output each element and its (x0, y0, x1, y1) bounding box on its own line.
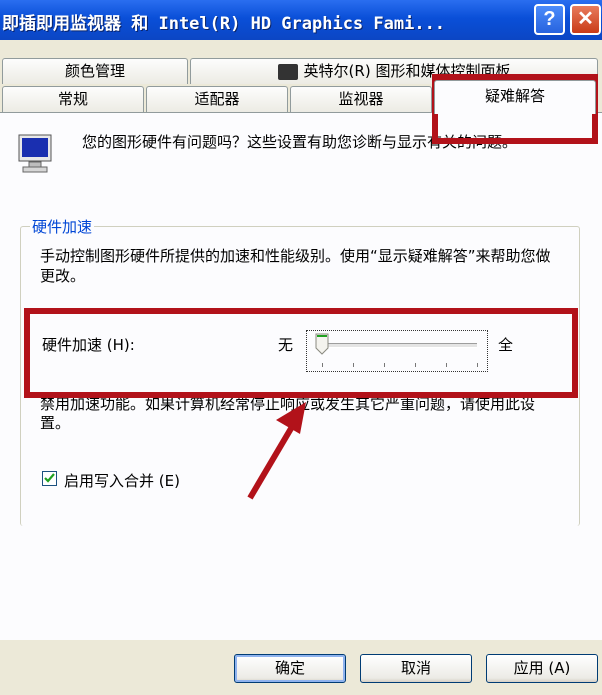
apply-button[interactable]: 应用 (A) (486, 654, 598, 683)
write-combining-checkbox[interactable] (42, 471, 57, 486)
close-button[interactable]: ✕ (570, 4, 601, 35)
tab-troubleshoot[interactable]: 疑难解答 (434, 80, 596, 114)
help-button[interactable]: ? (534, 4, 565, 35)
monitor-icon (18, 134, 52, 174)
tab-label: 常规 (57, 90, 88, 108)
intro-text: 您的图形硬件有问题吗？这些设置有助您诊断与显示有关的问题。 (82, 133, 518, 151)
intel-graphics-icon (277, 63, 298, 80)
window-title: 即插即用监视器 和 Intel(R) HD Graphics Fami... (2, 14, 446, 34)
tab-label: 颜色管理 (64, 62, 125, 80)
tab-general[interactable]: 常规 (2, 86, 144, 112)
group-title: 硬件加速 (30, 216, 95, 237)
tab-monitor[interactable]: 监视器 (290, 86, 432, 112)
checkmark-icon (44, 473, 55, 483)
cancel-button[interactable]: 取消 (360, 654, 472, 683)
tab-color-management[interactable]: 颜色管理 (2, 58, 188, 84)
slider-thumb[interactable] (315, 333, 329, 355)
slider-tick (446, 363, 447, 367)
accel-warning-text: 禁用加速功能。如果计算机经常停止响应或发生其它严重问题，请使用此设置。 (40, 395, 536, 432)
tab-label: 疑难解答 (484, 87, 545, 105)
help-icon: ? (543, 8, 556, 30)
tab-label: 适配器 (194, 90, 240, 108)
tab-label: 英特尔(R) 图形和媒体控制面板 (303, 62, 511, 80)
group-description: 手动控制图形硬件所提供的加速和性能级别。使用“显示疑难解答”来帮助您做更改。 (40, 247, 551, 285)
acceleration-slider[interactable] (306, 330, 488, 372)
title-bar: 即插即用监视器 和 Intel(R) HD Graphics Fami... ?… (0, 0, 602, 40)
slider-tick (477, 363, 478, 367)
tab-adapter[interactable]: 适配器 (146, 86, 288, 112)
slider-tick (322, 363, 323, 367)
ok-button[interactable]: 确定 (234, 654, 346, 683)
slider-tick (384, 363, 385, 367)
slider-max-label: 全 (498, 336, 514, 354)
tab-label: 监视器 (338, 90, 384, 108)
write-combining-label: 启用写入合并 (E) (64, 472, 180, 490)
slider-ticks (322, 363, 478, 367)
slider-tick (353, 363, 354, 367)
slider-track (321, 343, 477, 348)
close-icon: ✕ (577, 8, 594, 30)
slider-min-label: 无 (278, 336, 294, 354)
accel-label: 硬件加速 (H): (42, 336, 135, 354)
slider-tick (415, 363, 416, 367)
